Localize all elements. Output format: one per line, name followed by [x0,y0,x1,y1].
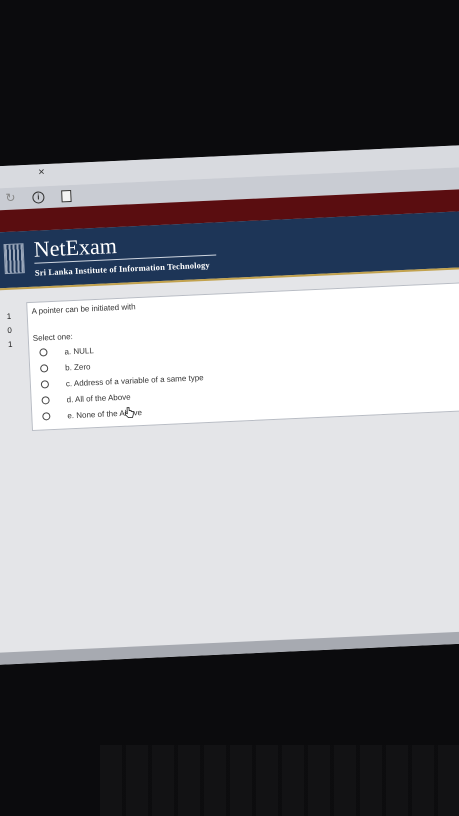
option-a[interactable]: a. NULL [39,344,94,358]
radio-button[interactable] [39,364,49,373]
site-brand: NetExam [33,232,118,262]
sliit-logo-icon [3,243,25,275]
question-text: A pointer can be initiated with [31,302,136,316]
option-label: c. Address of a variable of a same type [65,372,204,388]
option-b[interactable]: b. Zero [39,360,91,374]
close-tab-icon[interactable]: × [38,166,45,178]
info-icon[interactable]: i [32,191,45,204]
radio-button[interactable] [39,348,48,357]
radio-button[interactable] [42,412,51,421]
side-mark: 1 [7,339,13,349]
reload-icon[interactable]: ↻ [5,191,16,205]
side-mark: 0 [7,325,13,336]
radio-button[interactable] [40,380,50,389]
screen-bottom-edge [0,629,459,666]
page-icon [61,189,72,203]
option-d[interactable]: d. All of the Above [41,391,131,407]
select-prompt: Select one: [32,332,73,343]
side-mark: 1 [6,311,12,322]
hand-cursor-icon [124,407,134,419]
option-c[interactable]: c. Address of a variable of a same type [40,371,204,390]
keyboard-area [100,745,459,816]
question-card: A pointer can be initiated with Select o… [26,279,459,432]
option-label: d. All of the Above [66,392,131,404]
option-label: b. Zero [64,361,91,372]
radio-button[interactable] [41,396,50,405]
laptop-screen: × ↻ i NetExam Sri Lanka Institute of Inf… [0,143,459,666]
option-label: a. NULL [64,345,94,356]
